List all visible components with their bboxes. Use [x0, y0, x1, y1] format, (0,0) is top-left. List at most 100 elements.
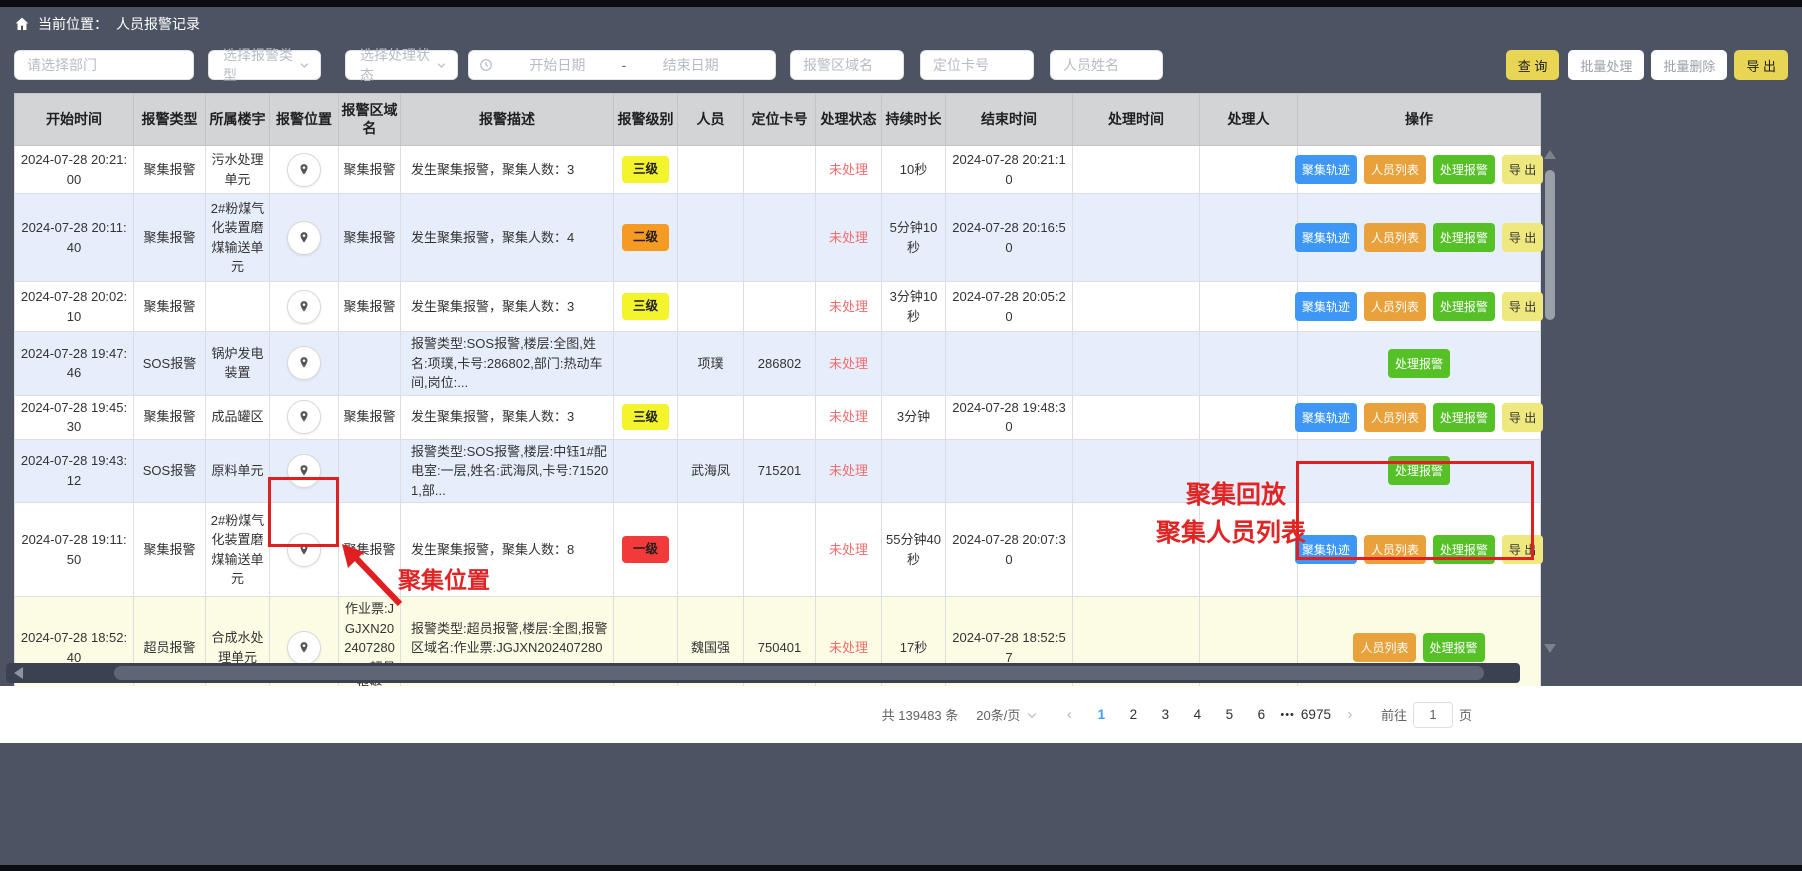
prev-page-button[interactable]: ‹	[1056, 702, 1082, 728]
handle-action-button[interactable]: 处理报警	[1388, 456, 1450, 485]
track-action-button[interactable]: 聚集轨迹	[1295, 223, 1357, 252]
cell-description: 报警类型:SOS报警,楼层:中钰1#配电室:一层,姓名:武海凤,卡号:71520…	[401, 439, 614, 503]
cell-actions: 聚集轨迹人员列表处理报警导 出	[1298, 146, 1541, 194]
cell-start-time: 2024-07-28 20:02:10	[15, 282, 134, 332]
location-pin-button[interactable]	[287, 290, 321, 324]
horizontal-scrollbar-thumb[interactable]	[114, 666, 1484, 680]
column-header: 报警区域名	[339, 94, 401, 146]
alarm-area-input[interactable]	[791, 51, 903, 79]
vertical-scrollbar[interactable]	[1542, 145, 1558, 658]
cell-process-time	[1073, 282, 1200, 332]
next-page-button[interactable]: ›	[1337, 702, 1363, 728]
handle-status-select[interactable]: 选择处理状态	[345, 50, 458, 80]
location-pin-button[interactable]	[287, 400, 321, 434]
end-date-placeholder[interactable]: 结束日期	[663, 55, 719, 75]
batch-process-button[interactable]: 批量处理	[1568, 50, 1644, 80]
cell-processor	[1200, 282, 1298, 332]
horizontal-scrollbar[interactable]	[6, 663, 1520, 683]
export-action-button[interactable]: 导 出	[1502, 403, 1543, 432]
vertical-scrollbar-thumb[interactable]	[1545, 170, 1555, 320]
handle-action-button[interactable]: 处理报警	[1433, 155, 1495, 184]
personnel-action-button[interactable]: 人员列表	[1364, 292, 1426, 321]
alarm-area-field[interactable]	[790, 50, 904, 80]
date-range-picker[interactable]: 开始日期 - 结束日期	[468, 50, 776, 80]
person-name-input[interactable]	[1051, 51, 1162, 79]
handle-action-button[interactable]: 处理报警	[1433, 223, 1495, 252]
scroll-left-icon[interactable]	[14, 667, 23, 679]
alarm-level-badge: 三级	[622, 156, 669, 183]
department-input[interactable]	[15, 51, 193, 79]
page-number-button[interactable]: 4	[1184, 702, 1210, 728]
personnel-action-button[interactable]: 人员列表	[1353, 633, 1415, 662]
track-action-button[interactable]: 聚集轨迹	[1295, 292, 1357, 321]
cell-handle-status: 未处理	[816, 439, 882, 503]
alarm-level-badge: 一级	[622, 536, 669, 563]
action-buttons: 聚集轨迹人员列表处理报警导 出	[1302, 403, 1536, 432]
cell-handle-status: 未处理	[816, 332, 882, 396]
scroll-down-icon[interactable]	[1544, 644, 1556, 653]
cell-start-time: 2024-07-28 20:21:00	[15, 146, 134, 194]
last-page-button[interactable]: 6975	[1301, 702, 1331, 728]
page-number-button[interactable]: 1	[1088, 702, 1114, 728]
location-pin-button[interactable]	[287, 533, 321, 567]
start-date-placeholder[interactable]: 开始日期	[529, 55, 585, 75]
cell-building: 2#粉煤气化装置磨煤输送单元	[206, 503, 270, 597]
cell-start-time: 2024-07-28 18:52:40	[15, 597, 134, 700]
cell-end-time	[946, 332, 1073, 396]
location-pin-button[interactable]	[287, 221, 321, 255]
location-pin-icon	[297, 641, 311, 655]
cell-process-time	[1073, 194, 1200, 282]
cell-building: 污水处理单元	[206, 146, 270, 194]
department-field[interactable]	[14, 50, 194, 80]
cell-start-time: 2024-07-28 19:43:12	[15, 439, 134, 503]
handle-action-button[interactable]: 处理报警	[1433, 292, 1495, 321]
export-action-button[interactable]: 导 出	[1502, 223, 1543, 252]
location-pin-button[interactable]	[287, 346, 321, 380]
cell-building: 2#粉煤气化装置磨煤输送单元	[206, 194, 270, 282]
query-button[interactable]: 查 询	[1506, 50, 1560, 80]
goto-page: 前往 页	[1381, 702, 1472, 728]
page-ellipsis[interactable]: •••	[1280, 709, 1295, 721]
export-button[interactable]: 导 出	[1734, 50, 1788, 80]
personnel-action-button[interactable]: 人员列表	[1364, 223, 1426, 252]
cell-actions: 人员列表处理报警	[1298, 597, 1541, 700]
export-action-button[interactable]: 导 出	[1502, 535, 1543, 564]
page-number-list: 123456	[1088, 702, 1274, 728]
page-number-button[interactable]: 5	[1216, 702, 1242, 728]
page-number-button[interactable]: 2	[1120, 702, 1146, 728]
card-number-input[interactable]	[921, 51, 1033, 79]
scroll-up-icon[interactable]	[1544, 150, 1556, 159]
cell-description: 报警类型:超员报警,楼层:全图,报警区域名:作业票:JGJXN202407280…	[401, 597, 614, 700]
location-pin-button[interactable]	[287, 631, 321, 665]
personnel-action-button[interactable]: 人员列表	[1364, 403, 1426, 432]
cell-alarm-location	[270, 597, 339, 700]
total-count: 共 139483 条	[882, 705, 959, 724]
location-pin-icon	[297, 231, 311, 245]
handle-action-button[interactable]: 处理报警	[1423, 633, 1485, 662]
handle-action-button[interactable]: 处理报警	[1433, 535, 1495, 564]
person-name-field[interactable]	[1050, 50, 1163, 80]
export-action-button[interactable]: 导 出	[1502, 292, 1543, 321]
page-number-button[interactable]: 3	[1152, 702, 1178, 728]
track-action-button[interactable]: 聚集轨迹	[1295, 403, 1357, 432]
track-action-button[interactable]: 聚集轨迹	[1295, 535, 1357, 564]
track-action-button[interactable]: 聚集轨迹	[1295, 155, 1357, 184]
card-number-field[interactable]	[920, 50, 1034, 80]
batch-delete-button[interactable]: 批量删除	[1651, 50, 1727, 80]
handle-action-button[interactable]: 处理报警	[1433, 403, 1495, 432]
export-action-button[interactable]: 导 出	[1502, 155, 1543, 184]
location-pin-button[interactable]	[287, 153, 321, 187]
handle-action-button[interactable]: 处理报警	[1388, 349, 1450, 378]
cell-end-time	[946, 439, 1073, 503]
cell-duration: 3分钟10秒	[882, 282, 946, 332]
location-pin-button[interactable]	[287, 454, 321, 488]
page-number-button[interactable]: 6	[1248, 702, 1274, 728]
alarm-type-select[interactable]: 选择报警类型	[208, 50, 321, 80]
personnel-action-button[interactable]: 人员列表	[1364, 535, 1426, 564]
personnel-action-button[interactable]: 人员列表	[1364, 155, 1426, 184]
goto-page-input[interactable]	[1413, 702, 1453, 728]
cell-actions: 聚集轨迹人员列表处理报警导 出	[1298, 503, 1541, 597]
page-size-select[interactable]: 20条/页	[976, 705, 1038, 724]
action-buttons: 聚集轨迹人员列表处理报警导 出	[1302, 535, 1536, 564]
cell-process-time	[1073, 597, 1200, 700]
